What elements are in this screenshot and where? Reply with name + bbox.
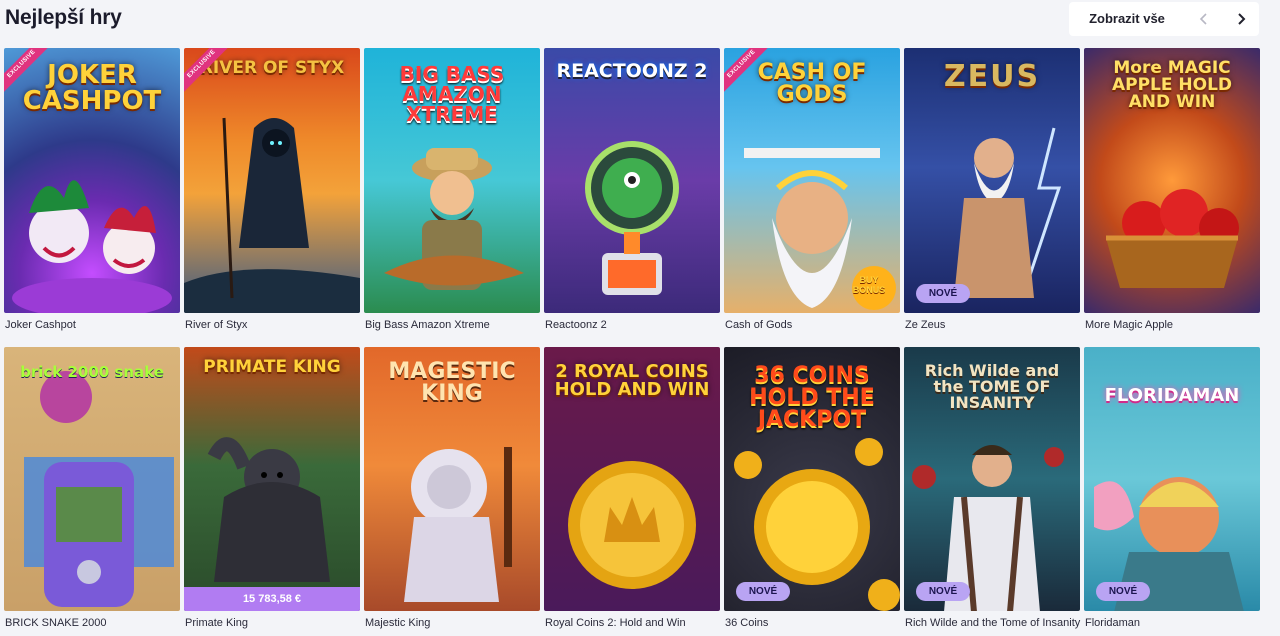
game-tile-more-magic-apple[interactable]: More MAGIC APPLE HOLD AND WIN More Magic… bbox=[1084, 48, 1260, 331]
game-thumbnail[interactable]: brick 2000 snake bbox=[4, 347, 180, 611]
game-thumbnail[interactable]: MAGESTIC KING bbox=[364, 347, 540, 611]
game-thumbnail[interactable]: CASH OF GODS EXCLUSIVE BUY BONUS bbox=[724, 48, 900, 313]
game-tile-big-bass-amazon-xtreme[interactable]: BIG BASS AMAZON XTREME Big Bass Amazon X… bbox=[364, 48, 540, 331]
jackpot-amount: 15 783,58 € bbox=[184, 587, 360, 611]
game-thumbnail[interactable]: FLORIDAMAN NOVÉ bbox=[1084, 347, 1260, 611]
game-name[interactable]: Joker Cashpot bbox=[5, 319, 76, 331]
game-name[interactable]: Big Bass Amazon Xtreme bbox=[365, 319, 490, 331]
game-logo: CASH OF GODS bbox=[757, 60, 867, 107]
game-thumbnail[interactable]: Rich Wilde and the TOME OF INSANITY NOVÉ bbox=[904, 347, 1080, 611]
game-logo: BIG BASS AMAZON XTREME bbox=[399, 62, 505, 126]
game-logo: JOKER CASHPOT bbox=[22, 60, 162, 116]
phone-art bbox=[24, 371, 174, 607]
game-name[interactable]: River of Styx bbox=[185, 319, 247, 331]
game-logo: FLORIDAMAN bbox=[1104, 385, 1240, 406]
game-thumbnail[interactable]: PRIMATE KING 15 783,58 € bbox=[184, 347, 360, 611]
section-header: Nejlepší hry Zobrazit vše bbox=[0, 0, 1280, 40]
game-logo: REACTOONZ 2 bbox=[556, 60, 708, 82]
reaper-art bbox=[184, 117, 360, 313]
next-button[interactable] bbox=[1222, 2, 1259, 36]
game-tile-primate-king[interactable]: PRIMATE KING 15 783,58 € Primate King bbox=[184, 347, 360, 636]
game-logo: MAGESTIC KING bbox=[388, 359, 516, 406]
new-badge: NOVÉ bbox=[916, 582, 970, 601]
game-name[interactable]: Reactoonz 2 bbox=[545, 319, 607, 331]
game-thumbnail[interactable]: 2 ROYAL COINS HOLD AND WIN bbox=[544, 347, 720, 611]
game-thumbnail[interactable]: JOKER CASHPOT EXCLUSIVE bbox=[4, 48, 180, 313]
game-name[interactable]: Majestic King bbox=[365, 617, 430, 629]
game-tile-royal-coins-2[interactable]: 2 ROYAL COINS HOLD AND WIN Royal Coins 2… bbox=[544, 347, 720, 636]
new-badge: NOVÉ bbox=[1096, 582, 1150, 601]
game-name[interactable]: 36 Coins bbox=[725, 617, 768, 629]
game-tile-rich-wilde-tome-of-insanity[interactable]: Rich Wilde and the TOME OF INSANITY NOVÉ… bbox=[904, 347, 1080, 636]
game-name[interactable]: BRICK SNAKE 2000 bbox=[5, 617, 107, 629]
game-thumbnail[interactable]: 36 COINS HOLD THE JACKPOT NOVÉ bbox=[724, 347, 900, 611]
game-name[interactable]: Floridaman bbox=[1085, 617, 1140, 629]
game-thumbnail[interactable]: More MAGIC APPLE HOLD AND WIN bbox=[1084, 48, 1260, 313]
game-logo: Rich Wilde and the TOME OF INSANITY bbox=[924, 361, 1060, 412]
game-tile-river-of-styx[interactable]: RIVER OF STYX EXCLUSIVE River of Styx bbox=[184, 48, 360, 331]
section-title: Nejlepší hry bbox=[5, 6, 122, 29]
game-thumbnail[interactable]: RIVER OF STYX EXCLUSIVE bbox=[184, 48, 360, 313]
game-grid: JOKER CASHPOT EXCLUSIVE Joker Cashpot RI… bbox=[4, 48, 1260, 636]
game-logo: More MAGIC APPLE HOLD AND WIN bbox=[1111, 58, 1233, 112]
game-tile-ze-zeus[interactable]: ZEUS NOVÉ Ze Zeus bbox=[904, 48, 1080, 331]
game-name[interactable]: More Magic Apple bbox=[1085, 319, 1173, 331]
game-name[interactable]: Ze Zeus bbox=[905, 319, 945, 331]
game-logo: PRIMATE KING bbox=[203, 357, 341, 377]
game-tile-cash-of-gods[interactable]: CASH OF GODS EXCLUSIVE BUY BONUS Cash of… bbox=[724, 48, 900, 331]
game-tile-reactoonz-2[interactable]: REACTOONZ 2 Reactoonz 2 bbox=[544, 48, 720, 331]
game-name[interactable]: Rich Wilde and the Tome of Insanity bbox=[905, 617, 1080, 629]
chevron-right-icon bbox=[1237, 13, 1245, 25]
carousel-controls: Zobrazit vše bbox=[1069, 2, 1259, 36]
new-badge: NOVÉ bbox=[916, 284, 970, 303]
buy-bonus-badge: BUY BONUS bbox=[852, 275, 886, 295]
game-tile-floridaman[interactable]: FLORIDAMAN NOVÉ Floridaman bbox=[1084, 347, 1260, 636]
game-logo: RIVER OF STYX bbox=[199, 58, 345, 78]
game-logo: 36 COINS HOLD THE JACKPOT bbox=[749, 363, 875, 432]
game-logo: 2 ROYAL COINS HOLD AND WIN bbox=[554, 361, 710, 400]
game-thumbnail[interactable]: REACTOONZ 2 bbox=[544, 48, 720, 313]
game-name[interactable]: Royal Coins 2: Hold and Win bbox=[545, 617, 686, 629]
chevron-left-icon bbox=[1199, 13, 1207, 25]
game-tile-majestic-king[interactable]: MAGESTIC KING Majestic King bbox=[364, 347, 540, 636]
prev-button[interactable] bbox=[1185, 2, 1222, 36]
game-tile-joker-cashpot[interactable]: JOKER CASHPOT EXCLUSIVE Joker Cashpot bbox=[4, 48, 180, 331]
new-badge: NOVÉ bbox=[736, 582, 790, 601]
game-tile-36-coins[interactable]: 36 COINS HOLD THE JACKPOT NOVÉ 36 Coins bbox=[724, 347, 900, 636]
game-logo: brick 2000 snake bbox=[20, 363, 164, 381]
game-thumbnail[interactable]: BIG BASS AMAZON XTREME bbox=[364, 48, 540, 313]
reactoonz-art bbox=[585, 141, 679, 295]
gorilla-art bbox=[207, 437, 330, 582]
game-logo: ZEUS bbox=[943, 59, 1041, 94]
game-thumbnail[interactable]: ZEUS NOVÉ bbox=[904, 48, 1080, 313]
game-name[interactable]: Primate King bbox=[185, 617, 248, 629]
show-all-button[interactable]: Zobrazit vše bbox=[1069, 2, 1185, 36]
game-tile-brick-snake-2000[interactable]: brick 2000 snake BRICK SNAKE 2000 bbox=[4, 347, 180, 636]
game-name[interactable]: Cash of Gods bbox=[725, 319, 792, 331]
